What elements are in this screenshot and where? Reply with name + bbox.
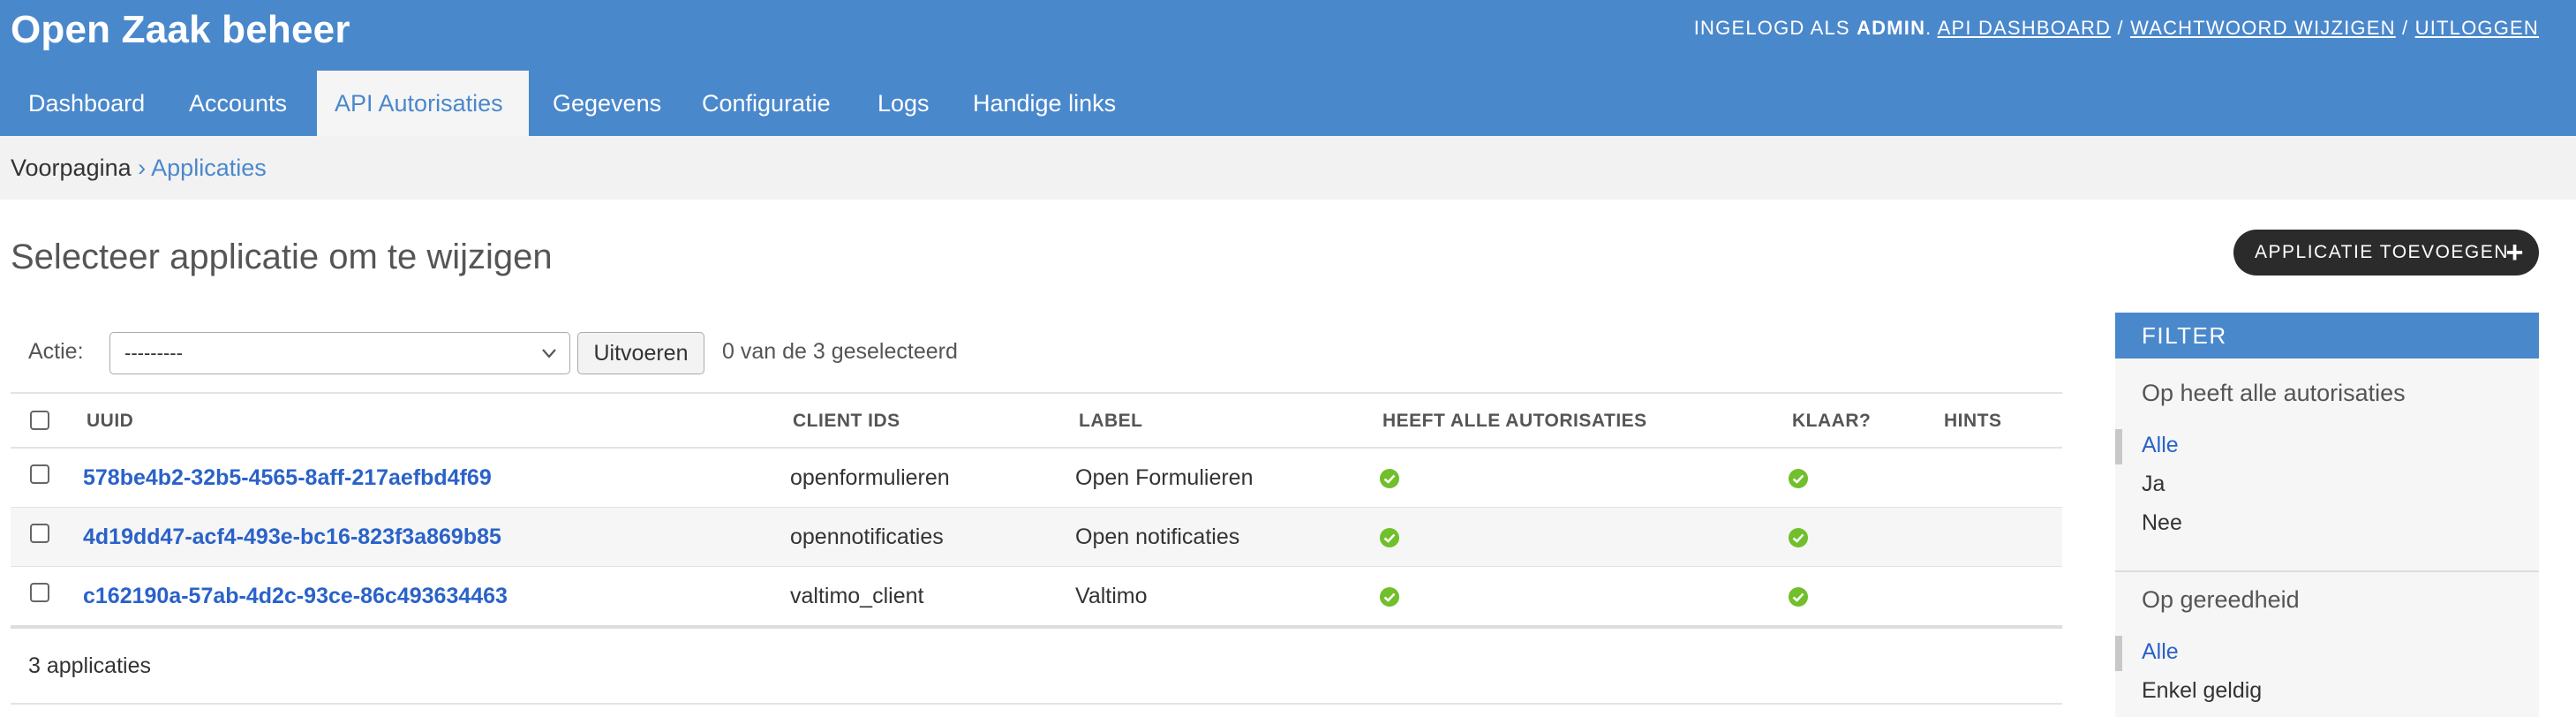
add-application-label: APPLICATIE TOEVOEGEN: [2255, 242, 2509, 262]
filter-option-alle[interactable]: Alle: [2142, 639, 2179, 665]
uuid-cell: 578be4b2-32b5-4565-8aff-217aefbd4f69: [83, 449, 492, 507]
logged-in-label: INGELOGD ALS: [1693, 17, 1850, 39]
check-circle-icon: [1789, 528, 1808, 547]
chevron-down-icon: [539, 333, 559, 388]
column-header-hints: HINTS: [1944, 411, 2002, 431]
check-circle-icon: [1789, 587, 1808, 607]
filter-group-title-autorisaties: Op heeft alle autorisaties: [2142, 380, 2406, 406]
client-ids-cell: valtimo_client: [790, 584, 924, 608]
row-checkbox[interactable]: [30, 524, 49, 543]
breadcrumb: Voorpagina › Applicaties: [0, 136, 2576, 200]
filter-selected-indicator: [2115, 429, 2122, 464]
column-header-label[interactable]: LABEL: [1079, 394, 1143, 449]
table-row: c162190a-57ab-4d2c-93ce-86c493634463 val…: [11, 567, 2062, 626]
nav-item-dashboard[interactable]: Dashboard: [11, 71, 162, 136]
label-cell: Valtimo: [1075, 584, 1148, 608]
label-cell: Open Formulieren: [1075, 465, 1254, 490]
uuid-cell: 4d19dd47-acf4-493e-bc16-823f3a869b85: [83, 508, 501, 566]
column-header-klaar[interactable]: KLAAR?: [1792, 394, 1871, 449]
select-all-checkbox[interactable]: [30, 411, 49, 430]
table-row: 578be4b2-32b5-4565-8aff-217aefbd4f69 ope…: [11, 449, 2062, 508]
nav-item-configuratie[interactable]: Configuratie: [684, 71, 848, 136]
filter-option-ja[interactable]: Ja: [2142, 472, 2165, 497]
uuid-cell: c162190a-57ab-4d2c-93ce-86c493634463: [83, 567, 508, 625]
page-title: Selecteer applicatie om te wijzigen: [11, 238, 553, 276]
nav-item-api-autorisaties[interactable]: API Autorisaties: [317, 71, 529, 136]
breadcrumb-current: Applicaties: [151, 155, 267, 181]
run-action-button[interactable]: Uitvoeren: [577, 332, 704, 374]
filter-option-alle[interactable]: Alle: [2142, 433, 2179, 458]
nav-item-accounts[interactable]: Accounts: [171, 71, 305, 136]
filter-group-title-gereedheid: Op gereedheid: [2142, 586, 2300, 613]
filter-heading: FILTER: [2115, 313, 2539, 358]
plus-icon: +: [2505, 236, 2525, 269]
client-ids-cell: openformulieren: [790, 465, 950, 490]
add-application-button[interactable]: APPLICATIE TOEVOEGEN +: [2233, 230, 2539, 275]
filter-option-enkel-geldig[interactable]: Enkel geldig: [2142, 678, 2262, 704]
table-header: UUID CLIENT IDS LABEL HEEFT ALLE AUTORIS…: [11, 392, 2062, 449]
action-label: Actie:: [28, 339, 84, 364]
filter-divider: [2115, 570, 2539, 572]
username: ADMIN: [1857, 17, 1926, 39]
breadcrumb-home-link[interactable]: Voorpagina: [11, 155, 132, 181]
check-circle-icon: [1789, 469, 1808, 488]
breadcrumb-separator: ›: [138, 155, 147, 181]
row-checkbox[interactable]: [30, 583, 49, 602]
check-circle-icon: [1380, 587, 1399, 607]
paginator-divider: [11, 703, 2062, 705]
result-count: 3 applicaties: [28, 653, 151, 678]
column-header-heeft-alle-autorisaties[interactable]: HEEFT ALLE AUTORISATIES: [1382, 394, 1647, 449]
selection-counter: 0 van de 3 geselecteerd: [722, 339, 958, 364]
nav-item-logs[interactable]: Logs: [860, 71, 947, 136]
logout-link[interactable]: UITLOGGEN: [2415, 17, 2539, 39]
link-separator: /: [2117, 17, 2124, 39]
application-uuid-link[interactable]: c162190a-57ab-4d2c-93ce-86c493634463: [83, 584, 508, 608]
row-checkbox[interactable]: [30, 464, 49, 484]
change-password-link[interactable]: WACHTWOORD WIJZIGEN: [2130, 17, 2396, 39]
filter-option-nee[interactable]: Nee: [2142, 510, 2182, 536]
label-cell: Open notificaties: [1075, 525, 1240, 549]
nav-item-handige-links[interactable]: Handige links: [955, 71, 1134, 136]
app-header: Open Zaak beheer INGELOGD ALS ADMIN. API…: [0, 0, 2576, 71]
client-ids-cell: opennotificaties: [790, 525, 944, 549]
table-row: 4d19dd47-acf4-493e-bc16-823f3a869b85 ope…: [11, 508, 2062, 567]
main-nav: Dashboard Accounts API Autorisaties Gege…: [0, 71, 2576, 136]
application-uuid-link[interactable]: 578be4b2-32b5-4565-8aff-217aefbd4f69: [83, 465, 492, 490]
site-brand[interactable]: Open Zaak beheer: [11, 5, 350, 55]
nav-item-gegevens[interactable]: Gegevens: [535, 71, 679, 136]
filter-selected-indicator: [2115, 636, 2122, 671]
link-separator: /: [2402, 17, 2409, 39]
table-divider: [11, 625, 2062, 629]
application-uuid-link[interactable]: 4d19dd47-acf4-493e-bc16-823f3a869b85: [83, 525, 501, 549]
column-header-client-ids[interactable]: CLIENT IDS: [793, 394, 900, 449]
filter-panel: FILTER Op heeft alle autorisaties Alle J…: [2115, 313, 2539, 717]
column-header-uuid[interactable]: UUID: [87, 394, 133, 449]
check-circle-icon: [1380, 469, 1399, 488]
user-separator: .: [1925, 17, 1932, 39]
api-dashboard-link[interactable]: API DASHBOARD: [1938, 17, 2112, 39]
user-tools: INGELOGD ALS ADMIN. API DASHBOARD / WACH…: [1694, 16, 2539, 41]
check-circle-icon: [1380, 528, 1399, 547]
action-select[interactable]: ---------: [109, 332, 570, 374]
action-select-value: ---------: [124, 342, 183, 364]
